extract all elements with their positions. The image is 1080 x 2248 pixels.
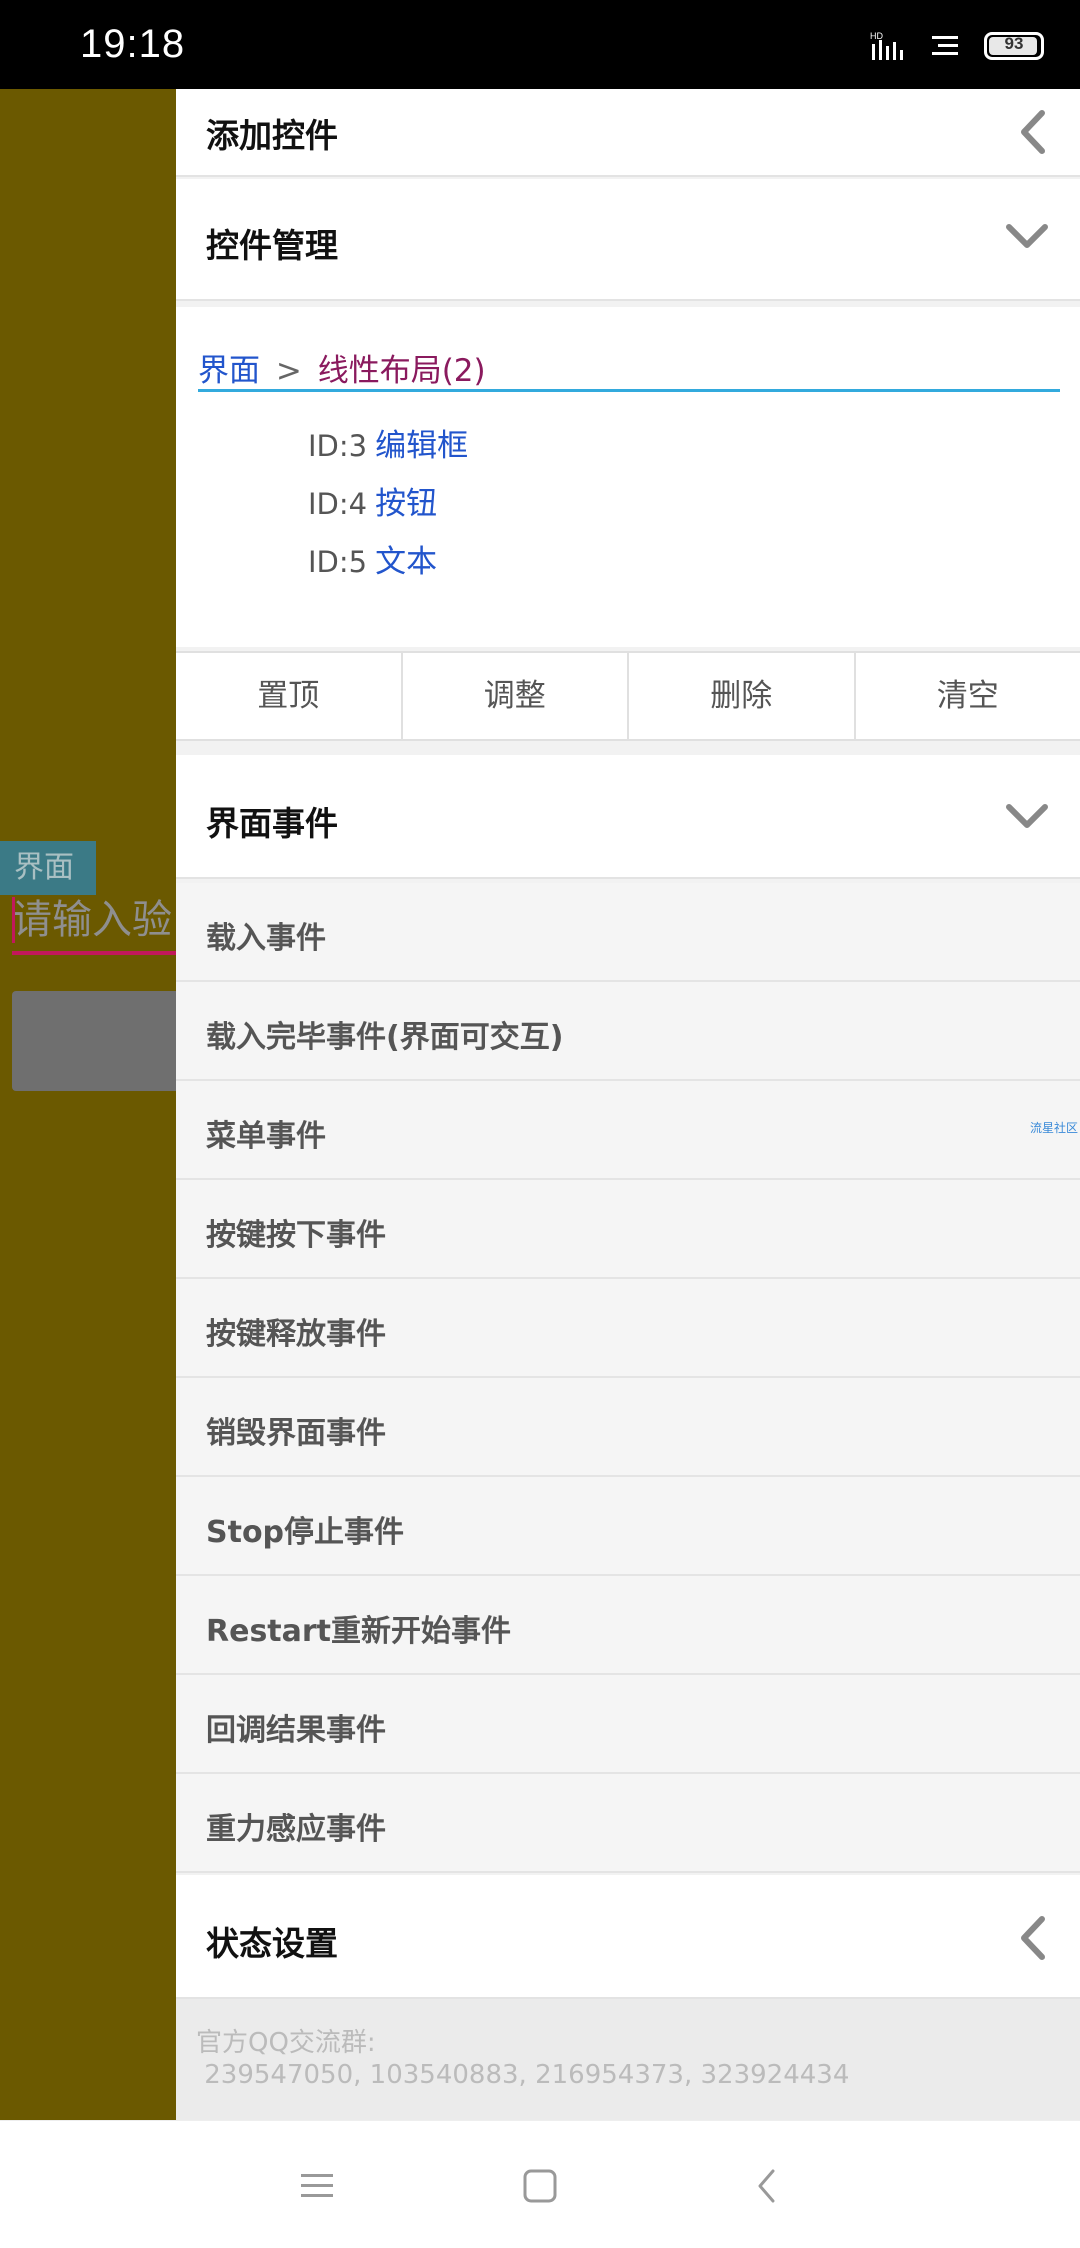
event-label: 菜单事件 — [206, 1119, 326, 1154]
qq-group-numbers: 239547050, 103540883, 216954373, 3239244… — [196, 2060, 850, 2090]
event-label: 按键释放事件 — [206, 1317, 386, 1352]
delete-button[interactable]: 删除 — [629, 653, 856, 739]
control-item[interactable]: ID:4 按钮 — [308, 475, 468, 533]
event-item-gravity-sensor[interactable]: 重力感应事件 — [176, 1774, 1080, 1873]
ui-events-title: 界面事件 — [206, 804, 338, 843]
menu-icon[interactable] — [292, 2161, 342, 2211]
event-item-menu[interactable]: 菜单事件 — [176, 1081, 1080, 1180]
chevron-down-icon[interactable] — [1004, 799, 1050, 837]
control-id: ID:5 — [308, 545, 368, 579]
control-id: ID:4 — [308, 487, 368, 521]
control-id: ID:3 — [308, 429, 368, 463]
event-item-callback-result[interactable]: 回调结果事件 — [176, 1675, 1080, 1774]
background-app: 界面 请输入验 — [0, 89, 176, 2120]
status-icons: HD 93 — [870, 28, 1044, 64]
event-label: Restart重新开始事件 — [206, 1614, 512, 1649]
layout-path-card: 界面 > 线性布局(2) ID:3 编辑框 ID:4 按钮 ID:5 文本 — [176, 307, 1080, 647]
pin-top-button[interactable]: 置顶 — [176, 653, 403, 739]
event-label: 载入事件 — [206, 921, 326, 956]
control-action-bar: 置顶 调整 删除 清空 — [176, 651, 1080, 741]
battery-level: 93 — [1004, 34, 1024, 53]
control-name[interactable]: 编辑框 — [375, 428, 468, 464]
event-item-stop[interactable]: Stop停止事件 — [176, 1477, 1080, 1576]
event-item-load[interactable]: 载入事件 — [176, 883, 1080, 982]
event-label: 回调结果事件 — [206, 1713, 386, 1748]
event-list: 载入事件 载入完毕事件(界面可交互) 菜单事件 按键按下事件 按键释放事件 销毁… — [176, 883, 1080, 1873]
status-time: 19:18 — [80, 22, 186, 66]
state-settings-header[interactable]: 状态设置 — [176, 1875, 1080, 1999]
adjust-button[interactable]: 调整 — [403, 653, 629, 739]
hd-signal-icon: HD — [870, 30, 910, 62]
navigation-bar — [0, 2120, 1080, 2248]
bg-input-field[interactable]: 请输入验 — [12, 885, 176, 955]
event-label: 销毁界面事件 — [206, 1416, 386, 1451]
event-item-load-complete[interactable]: 载入完毕事件(界面可交互) — [176, 982, 1080, 1081]
control-name[interactable]: 文本 — [375, 544, 437, 580]
control-item[interactable]: ID:3 编辑框 — [308, 417, 468, 475]
event-item-destroy[interactable]: 销毁界面事件 — [176, 1378, 1080, 1477]
event-item-key-down[interactable]: 按键按下事件 — [176, 1180, 1080, 1279]
event-item-restart[interactable]: Restart重新开始事件 — [176, 1576, 1080, 1675]
breadcrumb: 界面 > 线性布局(2) — [198, 345, 486, 390]
breadcrumb-root[interactable]: 界面 — [198, 353, 260, 389]
add-control-title: 添加控件 — [206, 116, 338, 155]
svg-text:HD: HD — [870, 31, 883, 41]
battery-icon: 93 — [984, 32, 1044, 60]
control-name[interactable]: 按钮 — [375, 486, 437, 522]
qq-group-title: 官方QQ交流群: — [196, 2028, 376, 2058]
chevron-left-icon[interactable] — [1016, 107, 1050, 161]
breadcrumb-current[interactable]: 线性布局(2) — [318, 353, 486, 389]
control-item[interactable]: ID:5 文本 — [308, 533, 468, 591]
add-control-header[interactable]: 添加控件 — [176, 89, 1080, 177]
control-drawer: 添加控件 控件管理 界面 > 线性布局(2) ID:3 编辑框 ID:4 按钮 ID… — [176, 89, 1080, 2120]
state-settings-title: 状态设置 — [206, 1924, 338, 1963]
breadcrumb-separator: > — [275, 353, 302, 389]
event-label: 载入完毕事件(界面可交互) — [206, 1020, 564, 1055]
watermark: 流星社区 — [1029, 1121, 1078, 1135]
notification-lines-icon — [932, 32, 962, 60]
event-label: 重力感应事件 — [206, 1812, 386, 1847]
ui-events-header[interactable]: 界面事件 — [176, 755, 1080, 879]
bg-button[interactable] — [12, 991, 176, 1091]
event-label: Stop停止事件 — [206, 1515, 405, 1550]
control-manage-header[interactable]: 控件管理 — [176, 179, 1080, 301]
home-icon[interactable] — [515, 2161, 565, 2211]
back-icon[interactable] — [742, 2161, 792, 2211]
control-list: ID:3 编辑框 ID:4 按钮 ID:5 文本 — [308, 417, 468, 591]
control-manage-title: 控件管理 — [206, 226, 338, 265]
event-label: 按键按下事件 — [206, 1218, 386, 1253]
chevron-left-icon[interactable] — [1016, 1913, 1050, 1967]
clear-button[interactable]: 清空 — [856, 653, 1080, 739]
qq-group-info: 官方QQ交流群: 239547050, 103540883, 216954373… — [176, 1999, 1080, 2120]
event-item-key-up[interactable]: 按键释放事件 — [176, 1279, 1080, 1378]
breadcrumb-underline — [198, 389, 1060, 392]
chevron-down-icon[interactable] — [1004, 219, 1050, 257]
status-bar: 19:18 HD 93 — [0, 0, 1080, 89]
